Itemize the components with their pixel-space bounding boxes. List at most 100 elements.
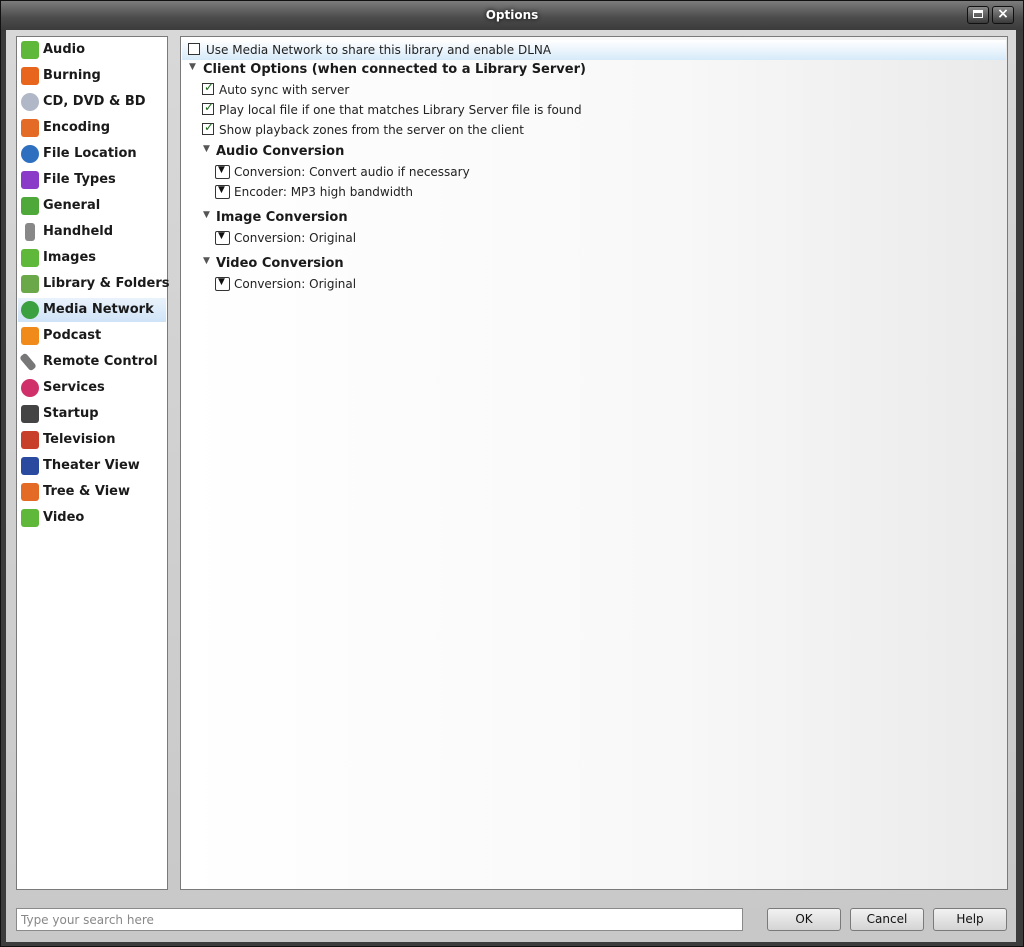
dropdown-arrow-icon: ▼ — [218, 277, 225, 287]
image-conversion-dropdown[interactable]: ▼ — [215, 231, 230, 245]
sidebar-item-handheld[interactable]: Handheld — [18, 220, 166, 244]
use-media-network-label: Use Media Network to share this library … — [206, 43, 552, 57]
audio-conversion-header[interactable]: ▼ Audio Conversion — [203, 142, 503, 162]
sidebar-item-television[interactable]: Television — [18, 428, 166, 452]
search-input[interactable] — [16, 908, 743, 931]
audio-encoder-row[interactable]: ▼ Encoder: MP3 high bandwidth — [215, 183, 615, 203]
checkmark-icon: ✓ — [204, 100, 215, 114]
sidebar-item-label: CD, DVD & BD — [43, 94, 146, 109]
sidebar-item-startup[interactable]: Startup — [18, 402, 166, 426]
show-zones-checkbox[interactable]: ✓ — [202, 120, 214, 135]
sidebar-item-label: Handheld — [43, 224, 114, 239]
close-button[interactable]: × — [992, 6, 1014, 24]
sidebar-item-tree-view[interactable]: Tree & View — [18, 480, 166, 504]
options-sidebar: Audio Burning CD, DVD & BD Encoding File… — [16, 36, 170, 890]
sidebar-item-remote-control[interactable]: Remote Control — [18, 350, 166, 374]
audio-encoder-value: Encoder: MP3 high bandwidth — [234, 185, 413, 199]
settings-panel: Use Media Network to share this library … — [180, 36, 1008, 890]
dropdown-arrow-icon: ▼ — [218, 185, 225, 195]
cancel-button[interactable]: Cancel — [850, 908, 924, 931]
sidebar-item-label: Encoding — [43, 120, 111, 135]
client-options-title: Client Options (when connected to a Libr… — [203, 62, 586, 77]
file-types-icon — [21, 171, 39, 189]
images-icon — [21, 249, 39, 267]
sidebar-item-label: Tree & View — [43, 484, 130, 499]
sidebar-item-label: General — [43, 198, 101, 213]
sidebar-item-label: Media Network — [43, 302, 154, 317]
sidebar-item-audio[interactable]: Audio — [18, 38, 166, 62]
window-title: Options — [485, 8, 539, 22]
sidebar-item-file-location[interactable]: File Location — [18, 142, 166, 166]
sidebar-item-label: File Location — [43, 146, 137, 161]
dropdown-arrow-icon: ▼ — [218, 165, 225, 175]
sidebar-item-media-network[interactable]: Media Network — [18, 298, 166, 322]
sidebar-item-label: Images — [43, 250, 97, 265]
sidebar-item-label: Video — [43, 510, 85, 525]
media-network-icon — [21, 301, 39, 319]
sidebar-item-label: File Types — [43, 172, 116, 187]
television-icon — [21, 431, 39, 449]
checkmark-icon: ✓ — [204, 80, 215, 94]
close-icon: × — [997, 6, 1009, 22]
podcast-icon — [21, 327, 39, 345]
audio-icon — [21, 41, 39, 59]
client-options-header[interactable]: ▼ Client Options (when connected to a Li… — [189, 60, 689, 80]
disc-icon — [21, 93, 39, 111]
general-icon — [21, 197, 39, 215]
sidebar-item-label: Podcast — [43, 328, 102, 343]
image-conversion-title: Image Conversion — [216, 210, 348, 225]
image-conversion-row[interactable]: ▼ Conversion: Original — [215, 229, 615, 249]
play-local-label: Play local file if one that matches Libr… — [219, 103, 582, 117]
library-icon — [21, 275, 39, 293]
sidebar-item-services[interactable]: Services — [18, 376, 166, 400]
play-local-checkbox[interactable]: ✓ — [202, 100, 215, 115]
image-conversion-header[interactable]: ▼ Image Conversion — [203, 208, 503, 228]
video-conversion-dropdown[interactable]: ▼ — [215, 277, 230, 291]
image-conversion-value: Conversion: Original — [234, 231, 357, 245]
sidebar-item-label: Television — [43, 432, 116, 447]
maximize-icon — [973, 10, 983, 18]
sidebar-item-encoding[interactable]: Encoding — [18, 116, 166, 140]
show-zones-label: Show playback zones from the server on t… — [219, 123, 524, 137]
sidebar-item-cd-dvd-bd[interactable]: CD, DVD & BD — [18, 90, 166, 114]
play-local-row[interactable]: ✓ Play local file if one that matches Li… — [202, 100, 802, 121]
use-media-network-checkbox[interactable] — [188, 43, 200, 55]
auto-sync-row[interactable]: ✓ Auto sync with server — [202, 80, 702, 101]
video-conversion-header[interactable]: ▼ Video Conversion — [203, 254, 503, 274]
collapse-triangle-icon: ▼ — [189, 62, 196, 72]
audio-conversion-dropdown[interactable]: ▼ — [215, 165, 230, 179]
services-icon — [21, 379, 39, 397]
sidebar-item-file-types[interactable]: File Types — [18, 168, 166, 192]
audio-conversion-row[interactable]: ▼ Conversion: Convert audio if necessary — [215, 163, 615, 183]
video-conversion-row[interactable]: ▼ Conversion: Original — [215, 275, 615, 295]
auto-sync-label: Auto sync with server — [219, 83, 350, 97]
dropdown-arrow-icon: ▼ — [218, 231, 225, 241]
audio-encoder-dropdown[interactable]: ▼ — [215, 185, 230, 199]
encoding-icon — [21, 119, 39, 137]
video-conversion-title: Video Conversion — [216, 256, 344, 271]
sidebar-item-library-folders[interactable]: Library & Folders — [18, 272, 170, 296]
audio-conversion-value: Conversion: Convert audio if necessary — [234, 165, 470, 179]
ok-button[interactable]: OK — [767, 908, 841, 931]
handheld-icon — [25, 223, 35, 241]
theater-view-icon — [21, 457, 39, 475]
file-location-icon — [21, 145, 39, 163]
remote-control-icon — [19, 352, 37, 372]
sidebar-item-theater-view[interactable]: Theater View — [18, 454, 166, 478]
show-zones-row[interactable]: ✓ Show playback zones from the server on… — [202, 120, 802, 141]
use-media-network-row[interactable]: Use Media Network to share this library … — [182, 40, 1006, 60]
video-icon — [21, 509, 39, 527]
sidebar-item-burning[interactable]: Burning — [18, 64, 166, 88]
auto-sync-checkbox[interactable]: ✓ — [202, 80, 215, 95]
sidebar-item-label: Remote Control — [43, 354, 158, 369]
sidebar-item-label: Theater View — [43, 458, 140, 473]
sidebar-item-video[interactable]: Video — [18, 506, 166, 530]
sidebar-item-label: Burning — [43, 68, 101, 83]
help-button[interactable]: Help — [933, 908, 1007, 931]
sidebar-item-images[interactable]: Images — [18, 246, 166, 270]
burning-icon — [21, 67, 39, 85]
sidebar-item-general[interactable]: General — [18, 194, 166, 218]
collapse-triangle-icon: ▼ — [203, 256, 210, 266]
maximize-button[interactable] — [967, 6, 989, 24]
sidebar-item-podcast[interactable]: Podcast — [18, 324, 166, 348]
